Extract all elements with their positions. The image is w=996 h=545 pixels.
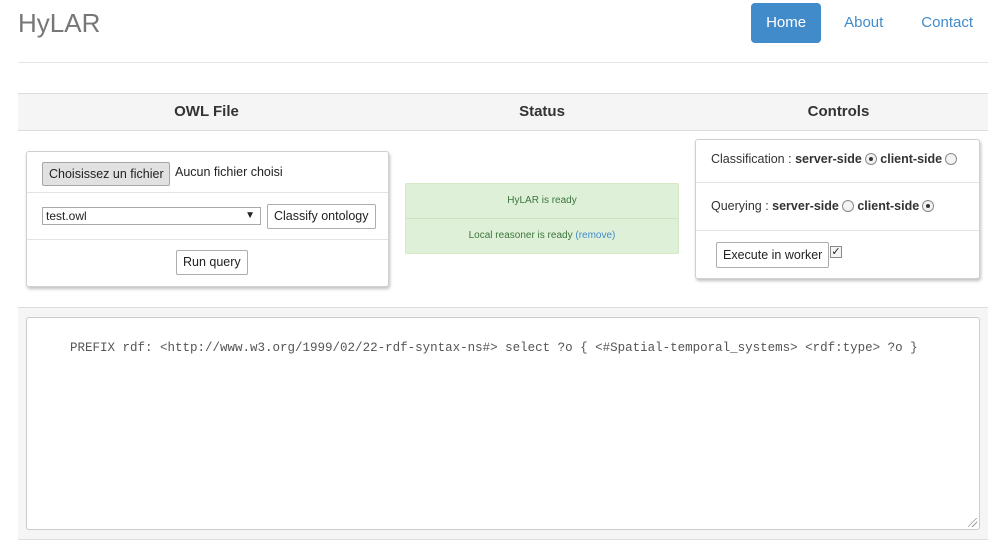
resize-grip-icon[interactable]	[968, 518, 977, 527]
run-query-button[interactable]: Run query	[176, 250, 248, 275]
controls-heading: Controls	[807, 103, 870, 120]
ontology-select-row: test.owl ▼ Classify ontology	[27, 193, 388, 240]
worker-row: Execute in worker ✓	[696, 231, 979, 280]
classify-ontology-button[interactable]: Classify ontology	[267, 204, 376, 229]
classification-server-radio[interactable]	[864, 153, 877, 165]
classification-client-label: client-side	[880, 152, 943, 166]
query-textarea[interactable]: PREFIX rdf: <http://www.w3.org/1999/02/2…	[26, 317, 980, 530]
querying-controls: Querying : server-side client-side	[711, 199, 935, 213]
nav-about-link[interactable]: About	[829, 3, 898, 43]
status-divider	[406, 218, 678, 219]
file-upload-row: Choisissez un fichier Aucun fichier choi…	[27, 152, 388, 193]
execute-in-worker-checkbox[interactable]: ✓	[830, 246, 842, 258]
nav-divider	[18, 62, 988, 63]
status-heading: Status	[519, 103, 565, 120]
column-header-band: OWL File Status Controls	[18, 93, 988, 131]
classification-client-radio[interactable]	[945, 153, 958, 165]
controls-panel: Classification : server-side client-side…	[695, 139, 980, 279]
query-text: PREFIX rdf: <http://www.w3.org/1999/02/2…	[70, 341, 918, 355]
chevron-down-icon: ▼	[245, 210, 255, 221]
nav-contact-link[interactable]: Contact	[906, 3, 988, 43]
ontology-select-value: test.owl	[46, 209, 87, 223]
querying-row: Querying : server-side client-side	[696, 183, 979, 231]
classification-row: Classification : server-side client-side	[696, 140, 979, 183]
choose-file-button[interactable]: Choisissez un fichier	[42, 162, 170, 186]
reasoner-status-line: Local reasoner is ready (remove)	[406, 230, 678, 241]
top-nav: Home About Contact	[751, 3, 996, 43]
remove-reasoner-link[interactable]: (remove)	[575, 230, 615, 241]
querying-client-radio[interactable]	[922, 200, 935, 212]
querying-client-label: client-side	[857, 199, 920, 213]
querying-label: Querying :	[711, 199, 769, 213]
status-alert: HyLAR is ready Local reasoner is ready (…	[405, 183, 679, 254]
ontology-select[interactable]: test.owl ▼	[42, 207, 261, 225]
query-section: PREFIX rdf: <http://www.w3.org/1999/02/2…	[18, 307, 988, 540]
reasoner-ready-text: Local reasoner is ready	[468, 230, 573, 241]
owl-file-heading: OWL File	[174, 103, 239, 120]
execute-in-worker-button[interactable]: Execute in worker	[716, 242, 830, 268]
classification-label: Classification :	[711, 152, 792, 166]
hylar-ready-text: HyLAR is ready	[507, 195, 577, 206]
classification-controls: Classification : server-side client-side	[711, 152, 958, 166]
file-status-text: Aucun fichier choisi	[175, 165, 283, 179]
querying-server-radio[interactable]	[841, 200, 854, 212]
nav-home-button[interactable]: Home	[751, 3, 822, 43]
owl-file-panel: Choisissez un fichier Aucun fichier choi…	[26, 151, 389, 287]
classification-server-label: server-side	[795, 152, 862, 166]
querying-server-label: server-side	[772, 199, 839, 213]
run-query-row: Run query	[27, 240, 388, 288]
brand-title[interactable]: HyLAR	[18, 8, 100, 38]
